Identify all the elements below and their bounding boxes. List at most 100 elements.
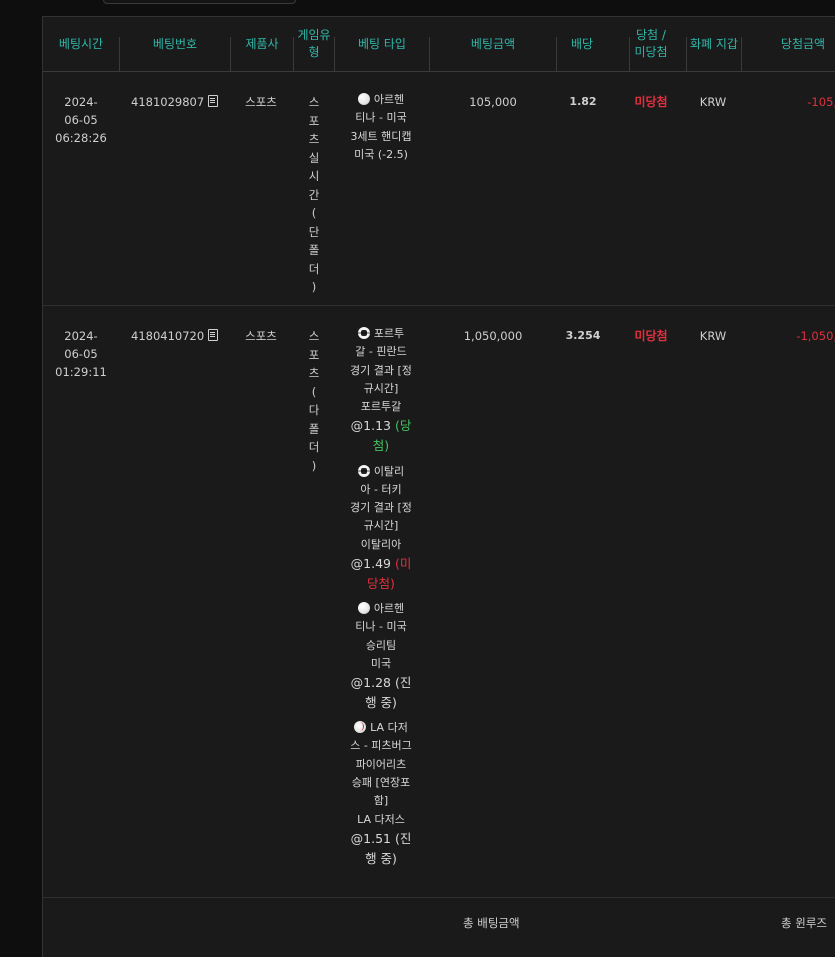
selection-result: (진 (394, 830, 412, 846)
row-divider (43, 897, 835, 898)
selection-text: 파이어리츠 (355, 757, 407, 771)
selection-text: 아 - 터키 (360, 482, 402, 496)
selection-text: 이탈리 (331, 463, 431, 481)
copy-icon[interactable] (208, 95, 219, 107)
baseball-icon (354, 721, 367, 734)
bet-date: 06-05 (64, 113, 98, 127)
odds-value: @1.49 (350, 555, 395, 571)
bet-history-table: 베팅시간 베팅번호 제품사 게임유형 베팅 타입 베팅금액 배당 당첨 / 미당… (42, 16, 835, 957)
selection-odds: @1.49 (미 (331, 554, 431, 574)
bet-amount-cell: 105,000 (469, 95, 517, 109)
total-winloss-label: 총 윈루즈 (781, 916, 827, 930)
game-type-char: ( (311, 384, 317, 399)
selection-text: 스 - 피츠버그 (350, 739, 412, 753)
bet-selection: 아르헨 티나 - 미국 승리팀 미국 @1.28 (진 행 중) (331, 600, 431, 713)
selection-text: 경기 결과 [정 (350, 501, 412, 515)
selection-odds: @1.28 (진 (331, 673, 431, 693)
game-type-char: 더 (308, 261, 320, 276)
game-type-char: 츠 (308, 366, 320, 380)
bet-id-cell: 4181029807 (131, 93, 231, 111)
selection-text: 미국 (-2.5) (354, 147, 408, 161)
game-type-char: 스 (308, 329, 320, 343)
column-divider (293, 37, 294, 71)
provider-cell: 스포츠 (245, 95, 277, 109)
selection-text: 미국 (370, 656, 392, 670)
selection-odds: @1.13 (당 (331, 416, 431, 436)
win-status-cell: 미당첨 (634, 95, 668, 109)
selection-text: 포르투갈 (360, 400, 402, 414)
selection-result: (진 (394, 675, 412, 691)
header-win-amount: 당첨금액 (780, 36, 826, 51)
column-divider (686, 37, 687, 71)
bet-date: 06-05 (64, 347, 98, 361)
soccer-ball-icon (357, 327, 370, 339)
column-divider (230, 37, 231, 71)
game-type-cell: 스 포 츠 ( 다 폴 더) (304, 327, 324, 475)
bet-selection: 아르헨티나 - 미국 3세트 핸디캡미국 (-2.5) (331, 91, 431, 164)
selection-text: 포르투 (373, 327, 405, 340)
selection-text: 아르헨 (331, 600, 431, 618)
column-divider (429, 37, 430, 71)
game-type-char: 츠 (308, 132, 320, 146)
selection-text: 3세트 핸디캡 (350, 129, 412, 143)
column-divider (119, 37, 120, 71)
selection-text: 티나 - 미국 (355, 620, 407, 634)
bet-date: 2024- (64, 95, 98, 109)
selection-result: 당첨) (367, 575, 395, 591)
selection-text: 아르헨 (373, 93, 405, 106)
odds-value: @1.28 (350, 675, 395, 691)
bet-time: 06:28:26 (55, 131, 107, 145)
game-type-char: ) (311, 458, 317, 473)
odds-cell: 1.82 (569, 95, 597, 108)
selection-text: 함] (373, 794, 389, 808)
odds-cell: 3.254 (565, 329, 601, 342)
bet-amount-cell: 1,050,000 (463, 329, 523, 343)
selection-text: 포르투 (331, 325, 431, 343)
game-type-char: 실 (308, 150, 320, 165)
game-type-char: 폴 (308, 243, 320, 257)
selection-result: 행 중) (365, 850, 397, 866)
selection-text: 티나 - 미국 (355, 111, 407, 125)
game-type-char: 시 (308, 169, 320, 183)
game-type-char: ( (311, 206, 317, 220)
selection-result: (당 (394, 418, 412, 434)
selection-odds: @1.51 (진 (331, 829, 431, 849)
selection-text: 이탈리아 (360, 537, 402, 551)
selection-result: 첨) (372, 438, 390, 454)
bet-selection: 이탈리아 - 터키경기 결과 [정규시간] 이탈리아 @1.49 (미 당첨) (331, 463, 431, 594)
game-type-char: 포 (308, 347, 320, 362)
bet-id: 4181029807 (131, 95, 205, 109)
game-type-char: 포 (308, 113, 320, 128)
currency-cell: KRW (699, 95, 727, 109)
win-amount-cell: -105,000 (807, 95, 835, 109)
selection-text: 아르헨 (331, 91, 431, 109)
odds-value: @1.13 (350, 418, 395, 434)
column-divider (334, 37, 335, 71)
header-provider: 제품사 (245, 36, 279, 51)
selection-text: 경기 결과 [정 (350, 363, 412, 377)
bet-id: 4180410720 (131, 329, 205, 343)
game-type-char: 폴 (308, 421, 320, 436)
game-type-char: 더 (308, 440, 320, 454)
header-currency: 화폐 지갑 (690, 36, 738, 51)
search-box[interactable] (103, 0, 296, 4)
header-odds: 배당 (570, 36, 594, 51)
header-bet-type: 베팅 타입 (358, 36, 406, 51)
selection-text: LA 다저스 (357, 812, 405, 826)
game-type-char: 스 (308, 95, 320, 109)
tennis-ball-icon (357, 93, 370, 105)
table-header: 베팅시간 베팅번호 제품사 게임유형 베팅 타입 베팅금액 배당 당첨 / 미당… (43, 17, 835, 72)
copy-icon[interactable] (208, 329, 219, 341)
odds-value: @1.51 (350, 830, 395, 846)
bet-date: 2024- (64, 329, 98, 343)
bet-time: 01:29:11 (55, 365, 107, 379)
header-game-type: 게임유형 (297, 28, 331, 59)
tennis-ball-icon (357, 602, 370, 614)
selection-text: 이탈리 (373, 464, 405, 478)
soccer-ball-icon (357, 464, 370, 477)
game-type-char: 다 (308, 403, 320, 417)
selection-text: 규시간] (363, 519, 399, 533)
bet-time-cell: 2024- 06-05 01:29:11 (51, 327, 111, 381)
selection-text: 승패 [연장포 (351, 776, 411, 790)
selection-text: LA 다저 (370, 721, 408, 735)
